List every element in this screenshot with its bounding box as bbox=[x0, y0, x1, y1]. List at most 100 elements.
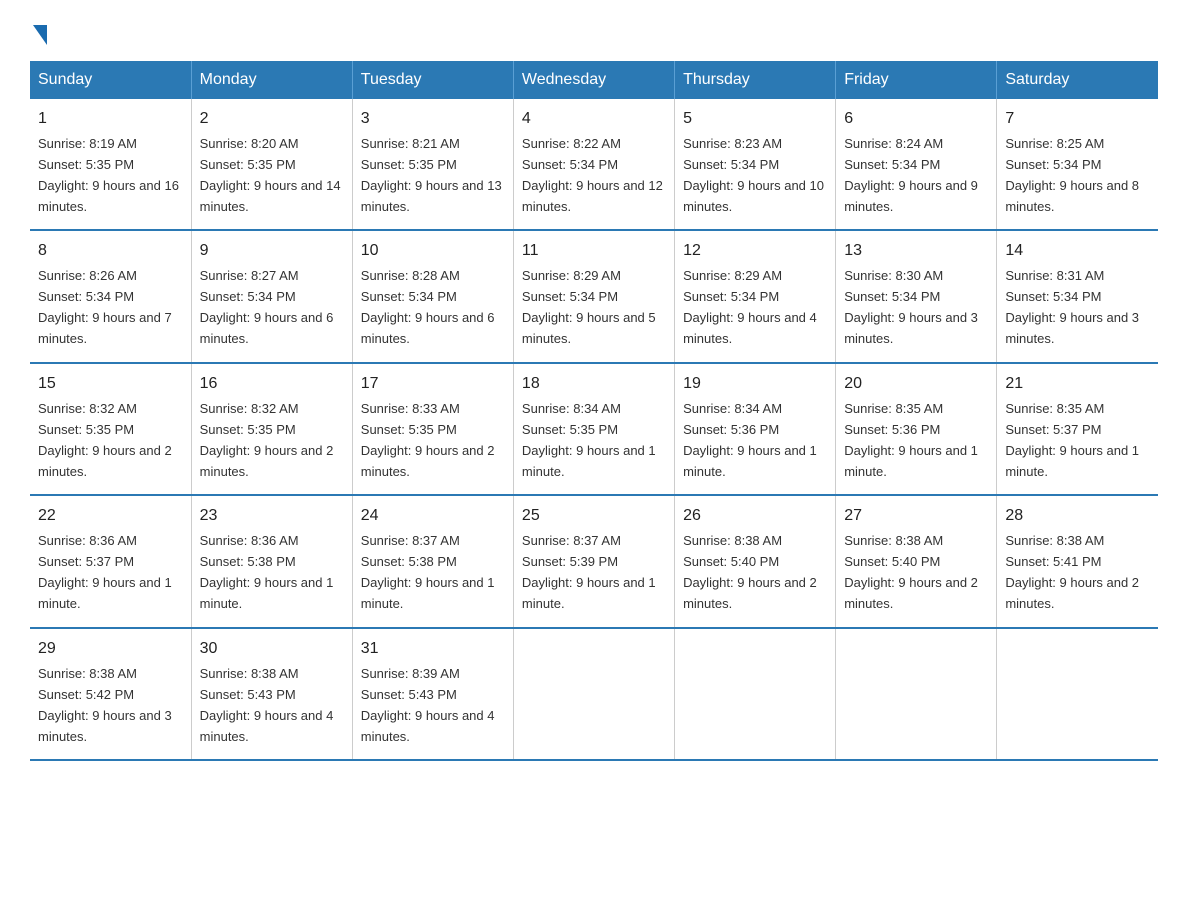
calendar-cell: 31 Sunrise: 8:39 AMSunset: 5:43 PMDayligh… bbox=[352, 628, 513, 760]
day-info: Sunrise: 8:34 AMSunset: 5:35 PMDaylight:… bbox=[522, 401, 656, 479]
day-number: 12 bbox=[683, 239, 827, 264]
day-number: 17 bbox=[361, 372, 505, 397]
day-info: Sunrise: 8:34 AMSunset: 5:36 PMDaylight:… bbox=[683, 401, 817, 479]
column-header-monday: Monday bbox=[191, 61, 352, 99]
calendar-week-row: 22 Sunrise: 8:36 AMSunset: 5:37 PMDayligh… bbox=[30, 495, 1158, 627]
day-number: 10 bbox=[361, 239, 505, 264]
column-header-tuesday: Tuesday bbox=[352, 61, 513, 99]
day-number: 16 bbox=[200, 372, 344, 397]
day-info: Sunrise: 8:30 AMSunset: 5:34 PMDaylight:… bbox=[844, 268, 978, 346]
day-info: Sunrise: 8:39 AMSunset: 5:43 PMDaylight:… bbox=[361, 666, 495, 744]
logo bbox=[30, 20, 47, 41]
day-info: Sunrise: 8:29 AMSunset: 5:34 PMDaylight:… bbox=[522, 268, 656, 346]
calendar-cell bbox=[513, 628, 674, 760]
column-header-friday: Friday bbox=[836, 61, 997, 99]
day-info: Sunrise: 8:31 AMSunset: 5:34 PMDaylight:… bbox=[1005, 268, 1139, 346]
day-number: 27 bbox=[844, 504, 988, 529]
day-number: 14 bbox=[1005, 239, 1150, 264]
calendar-cell: 6 Sunrise: 8:24 AMSunset: 5:34 PMDaylight… bbox=[836, 99, 997, 230]
day-number: 29 bbox=[38, 637, 183, 662]
calendar-cell: 25Sunrise: 8:37 AMSunset: 5:39 PMDayligh… bbox=[513, 495, 674, 627]
calendar-cell: 3 Sunrise: 8:21 AMSunset: 5:35 PMDaylight… bbox=[352, 99, 513, 230]
calendar-cell: 8 Sunrise: 8:26 AMSunset: 5:34 PMDaylight… bbox=[30, 230, 191, 362]
day-info: Sunrise: 8:37 AMSunset: 5:39 PMDaylight:… bbox=[522, 533, 656, 611]
day-number: 5 bbox=[683, 107, 827, 132]
calendar-week-row: 8 Sunrise: 8:26 AMSunset: 5:34 PMDaylight… bbox=[30, 230, 1158, 362]
calendar-week-row: 1 Sunrise: 8:19 AMSunset: 5:35 PMDaylight… bbox=[30, 99, 1158, 230]
day-number: 23 bbox=[200, 504, 344, 529]
day-info: Sunrise: 8:24 AMSunset: 5:34 PMDaylight:… bbox=[844, 136, 978, 214]
logo-arrow-icon bbox=[33, 25, 47, 45]
day-number: 30 bbox=[200, 637, 344, 662]
day-info: Sunrise: 8:26 AMSunset: 5:34 PMDaylight:… bbox=[38, 268, 172, 346]
calendar-cell bbox=[836, 628, 997, 760]
day-info: Sunrise: 8:36 AMSunset: 5:38 PMDaylight:… bbox=[200, 533, 334, 611]
day-number: 26 bbox=[683, 504, 827, 529]
day-info: Sunrise: 8:29 AMSunset: 5:34 PMDaylight:… bbox=[683, 268, 817, 346]
calendar-cell: 20 Sunrise: 8:35 AMSunset: 5:36 PMDayligh… bbox=[836, 363, 997, 495]
day-number: 4 bbox=[522, 107, 666, 132]
day-info: Sunrise: 8:35 AMSunset: 5:37 PMDaylight:… bbox=[1005, 401, 1139, 479]
day-number: 13 bbox=[844, 239, 988, 264]
day-info: Sunrise: 8:38 AMSunset: 5:40 PMDaylight:… bbox=[683, 533, 817, 611]
calendar-cell: 13 Sunrise: 8:30 AMSunset: 5:34 PMDayligh… bbox=[836, 230, 997, 362]
day-number: 31 bbox=[361, 637, 505, 662]
day-info: Sunrise: 8:22 AMSunset: 5:34 PMDaylight:… bbox=[522, 136, 663, 214]
day-number: 20 bbox=[844, 372, 988, 397]
column-header-wednesday: Wednesday bbox=[513, 61, 674, 99]
calendar-cell: 23 Sunrise: 8:36 AMSunset: 5:38 PMDayligh… bbox=[191, 495, 352, 627]
calendar-cell: 29Sunrise: 8:38 AMSunset: 5:42 PMDayligh… bbox=[30, 628, 191, 760]
calendar-cell: 2Sunrise: 8:20 AMSunset: 5:35 PMDaylight… bbox=[191, 99, 352, 230]
day-info: Sunrise: 8:19 AMSunset: 5:35 PMDaylight:… bbox=[38, 136, 179, 214]
day-number: 24 bbox=[361, 504, 505, 529]
calendar-header-row: SundayMondayTuesdayWednesdayThursdayFrid… bbox=[30, 61, 1158, 99]
day-info: Sunrise: 8:21 AMSunset: 5:35 PMDaylight:… bbox=[361, 136, 502, 214]
column-header-thursday: Thursday bbox=[675, 61, 836, 99]
calendar-cell: 28 Sunrise: 8:38 AMSunset: 5:41 PMDayligh… bbox=[997, 495, 1158, 627]
calendar-table: SundayMondayTuesdayWednesdayThursdayFrid… bbox=[30, 61, 1158, 761]
day-info: Sunrise: 8:38 AMSunset: 5:41 PMDaylight:… bbox=[1005, 533, 1139, 611]
calendar-cell: 27 Sunrise: 8:38 AMSunset: 5:40 PMDayligh… bbox=[836, 495, 997, 627]
calendar-cell: 30 Sunrise: 8:38 AMSunset: 5:43 PMDayligh… bbox=[191, 628, 352, 760]
day-number: 18 bbox=[522, 372, 666, 397]
day-number: 11 bbox=[522, 239, 666, 264]
day-info: Sunrise: 8:37 AMSunset: 5:38 PMDaylight:… bbox=[361, 533, 495, 611]
calendar-cell: 4 Sunrise: 8:22 AMSunset: 5:34 PMDaylight… bbox=[513, 99, 674, 230]
day-number: 22 bbox=[38, 504, 183, 529]
day-number: 8 bbox=[38, 239, 183, 264]
day-info: Sunrise: 8:35 AMSunset: 5:36 PMDaylight:… bbox=[844, 401, 978, 479]
day-number: 9 bbox=[200, 239, 344, 264]
day-info: Sunrise: 8:36 AMSunset: 5:37 PMDaylight:… bbox=[38, 533, 172, 611]
day-info: Sunrise: 8:23 AMSunset: 5:34 PMDaylight:… bbox=[683, 136, 824, 214]
day-number: 28 bbox=[1005, 504, 1150, 529]
calendar-cell: 22 Sunrise: 8:36 AMSunset: 5:37 PMDayligh… bbox=[30, 495, 191, 627]
calendar-cell: 26 Sunrise: 8:38 AMSunset: 5:40 PMDayligh… bbox=[675, 495, 836, 627]
day-number: 21 bbox=[1005, 372, 1150, 397]
day-number: 15 bbox=[38, 372, 183, 397]
day-info: Sunrise: 8:38 AMSunset: 5:40 PMDaylight:… bbox=[844, 533, 978, 611]
calendar-cell: 19Sunrise: 8:34 AMSunset: 5:36 PMDayligh… bbox=[675, 363, 836, 495]
calendar-cell: 15 Sunrise: 8:32 AMSunset: 5:35 PMDayligh… bbox=[30, 363, 191, 495]
day-number: 2 bbox=[200, 107, 344, 132]
calendar-cell: 18 Sunrise: 8:34 AMSunset: 5:35 PMDayligh… bbox=[513, 363, 674, 495]
calendar-cell: 17Sunrise: 8:33 AMSunset: 5:35 PMDayligh… bbox=[352, 363, 513, 495]
day-number: 7 bbox=[1005, 107, 1150, 132]
day-info: Sunrise: 8:32 AMSunset: 5:35 PMDaylight:… bbox=[200, 401, 334, 479]
calendar-cell: 12 Sunrise: 8:29 AMSunset: 5:34 PMDayligh… bbox=[675, 230, 836, 362]
calendar-week-row: 15 Sunrise: 8:32 AMSunset: 5:35 PMDayligh… bbox=[30, 363, 1158, 495]
calendar-cell: 16 Sunrise: 8:32 AMSunset: 5:35 PMDayligh… bbox=[191, 363, 352, 495]
calendar-cell: 14 Sunrise: 8:31 AMSunset: 5:34 PMDayligh… bbox=[997, 230, 1158, 362]
day-info: Sunrise: 8:28 AMSunset: 5:34 PMDaylight:… bbox=[361, 268, 495, 346]
day-number: 3 bbox=[361, 107, 505, 132]
calendar-cell: 7Sunrise: 8:25 AMSunset: 5:34 PMDaylight… bbox=[997, 99, 1158, 230]
day-number: 6 bbox=[844, 107, 988, 132]
day-number: 1 bbox=[38, 107, 183, 132]
page-header bbox=[30, 20, 1158, 41]
calendar-cell: 1 Sunrise: 8:19 AMSunset: 5:35 PMDaylight… bbox=[30, 99, 191, 230]
day-info: Sunrise: 8:38 AMSunset: 5:43 PMDaylight:… bbox=[200, 666, 334, 744]
calendar-cell bbox=[997, 628, 1158, 760]
calendar-cell: 24 Sunrise: 8:37 AMSunset: 5:38 PMDayligh… bbox=[352, 495, 513, 627]
day-info: Sunrise: 8:32 AMSunset: 5:35 PMDaylight:… bbox=[38, 401, 172, 479]
column-header-saturday: Saturday bbox=[997, 61, 1158, 99]
day-info: Sunrise: 8:27 AMSunset: 5:34 PMDaylight:… bbox=[200, 268, 334, 346]
